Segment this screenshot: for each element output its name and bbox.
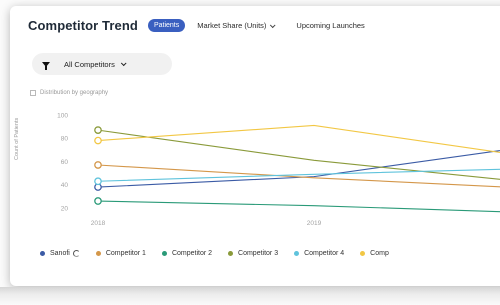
y-tick-label: 40 — [61, 182, 69, 189]
series-point[interactable] — [94, 136, 102, 145]
legend-label: Comp — [370, 250, 389, 257]
bottom-shadow-band — [0, 287, 500, 305]
y-tick-label: 60 — [61, 159, 69, 166]
y-tick-label: 80 — [61, 136, 69, 143]
trend-chart: 20406080100 201820192020 — [57, 112, 500, 227]
legend-swatch — [228, 251, 234, 256]
x-tick-label: 2019 — [307, 220, 322, 227]
legend-swatch — [40, 251, 45, 256]
legend-item[interactable]: Competitor 2 — [161, 250, 213, 257]
y-tick-label: 20 — [61, 205, 69, 212]
series-lines — [97, 124, 500, 213]
series-line — [97, 200, 500, 213]
legend-item[interactable]: Sanofi — [40, 250, 80, 257]
legend-item[interactable]: Competitor 4 — [294, 250, 344, 257]
x-tick-label: 2018 — [91, 220, 106, 227]
legend-swatch — [360, 251, 366, 256]
series-point[interactable] — [94, 161, 102, 169]
series-point[interactable] — [94, 126, 102, 134]
legend-item[interactable]: Competitor 1 — [95, 250, 146, 257]
legend-swatch — [161, 251, 167, 256]
app-stage: Competitor Trend Patients Market Share (… — [0, 0, 500, 305]
series-line — [97, 150, 500, 188]
series-line — [97, 164, 500, 188]
series-points — [94, 126, 102, 205]
legend-label: Competitor 4 — [304, 250, 345, 257]
series-point[interactable] — [94, 197, 102, 205]
sanofi-logo-icon — [72, 250, 80, 257]
series-line — [97, 168, 500, 182]
x-axis-ticks: 201820192020 — [91, 220, 322, 227]
legend-label: Sanofi — [50, 250, 70, 257]
legend-label: Competitor 2 — [171, 250, 213, 257]
legend-label: Competitor 3 — [238, 250, 279, 257]
series-line — [97, 124, 500, 154]
legend-label: Competitor 1 — [105, 250, 146, 257]
legend-item[interactable]: Competitor 3 — [228, 250, 278, 257]
series-point[interactable] — [94, 177, 102, 186]
chart-legend: Sanofi Competitor 1 Competitor 2 Competitor… — [40, 250, 405, 257]
legend-item[interactable]: Comp — [360, 250, 389, 257]
y-axis-ticks: 20 40 60 80 100 — [57, 112, 68, 212]
legend-swatch — [294, 251, 300, 256]
y-tick-label: 100 — [57, 112, 68, 119]
legend-swatch — [95, 251, 101, 256]
